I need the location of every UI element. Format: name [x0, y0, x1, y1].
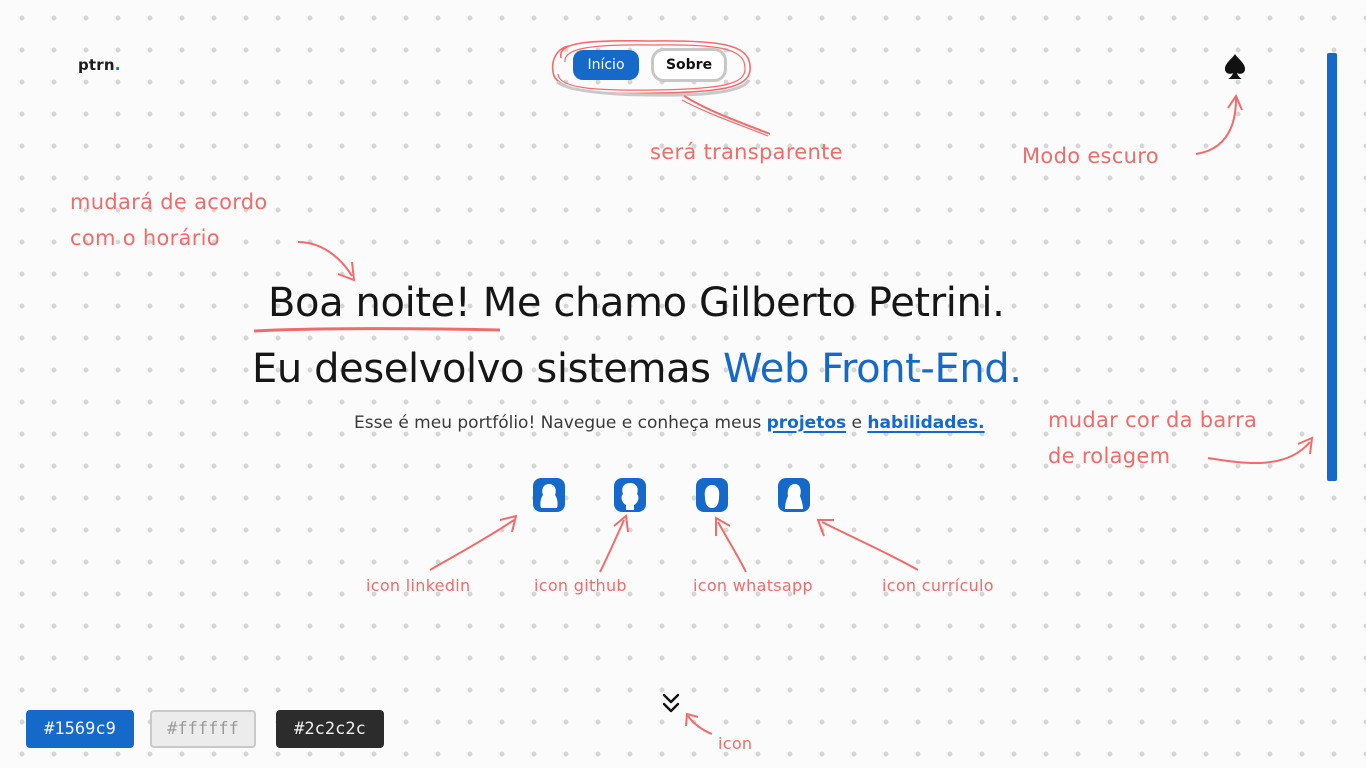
hero-line-1: Boa noite! Me chamo Gilberto Petrini. [253, 280, 1005, 333]
linkedin-icon[interactable] [532, 477, 566, 513]
swatch-dark: #2c2c2c [276, 710, 384, 748]
nav-about-button[interactable]: Sobre [651, 48, 727, 82]
greeting-annotation-note-line2: com o horário [70, 226, 220, 250]
scroll-down-button[interactable] [660, 692, 682, 716]
logo[interactable]: ptrn. [78, 56, 121, 74]
scrollbar-annotation-note-line1: mudar cor da barra [1048, 408, 1258, 432]
nav-home-button[interactable]: Início [573, 50, 639, 80]
hero-intro: Me chamo Gilberto Petrini. [470, 280, 1005, 326]
nav-annotation-arrow [681, 95, 771, 137]
theme-annotation-note: Modo escuro [1022, 144, 1159, 168]
double-chevron-down-icon [662, 693, 680, 713]
whatsapp-annotation-note: icon whatsapp [693, 576, 813, 595]
greeting-annotation-note-line1: mudará de acordo [70, 190, 268, 214]
resume-icon[interactable] [777, 477, 811, 513]
hero-line-2: Eu deselvolvo sistemas Web Front-End. [252, 346, 1022, 392]
theme-toggle-button[interactable] [1222, 52, 1248, 82]
subtitle-middle: e [846, 413, 868, 433]
hero-greeting-wrap: Boa noite! [253, 280, 501, 333]
github-annotation-note: icon github [534, 576, 627, 595]
theme-annotation-arrow [1195, 93, 1243, 155]
github-icon[interactable] [613, 477, 647, 513]
hero-line2-accent: Web Front-End. [722, 346, 1022, 392]
scrollbar-annotation-note-line2: de rolagem [1048, 444, 1171, 468]
scrollbar-thumb[interactable] [1327, 53, 1337, 481]
main-nav: Início Sobre [549, 38, 753, 97]
logo-dot: . [114, 56, 121, 74]
skills-link[interactable]: habilidades. [867, 413, 984, 433]
greeting-underline [253, 327, 501, 333]
swatch-white: #ffffff [150, 710, 256, 748]
subtitle-prefix: Esse é meu portfólio! Navegue e conheça … [354, 413, 767, 433]
linkedin-annotation-note: icon linkedin [366, 576, 471, 595]
whatsapp-annotation-arrow [715, 516, 747, 573]
resume-annotation-note: icon currículo [882, 576, 994, 595]
scroll-icon-annotation-note: icon [718, 734, 753, 753]
logo-text: ptrn [78, 56, 115, 74]
spade-icon [1225, 54, 1245, 79]
hero-line2-prefix: Eu deselvolvo sistemas [252, 346, 723, 392]
projects-link[interactable]: projetos [767, 413, 847, 433]
hero-subtitle: Esse é meu portfólio! Navegue e conheça … [354, 413, 985, 433]
scrollbar-annotation-arrow [1207, 436, 1314, 464]
nav-annotation-note: será transparente [650, 140, 843, 164]
swatch-blue: #1569c9 [26, 710, 134, 748]
linkedin-annotation-arrow [429, 514, 518, 571]
github-annotation-arrow [599, 514, 629, 573]
greeting-annotation-arrow [297, 241, 356, 282]
scroll-icon-annotation-arrow [685, 712, 713, 735]
resume-annotation-arrow [816, 519, 919, 571]
hero-greeting: Boa noite! [268, 280, 471, 326]
whatsapp-icon[interactable] [695, 477, 729, 513]
